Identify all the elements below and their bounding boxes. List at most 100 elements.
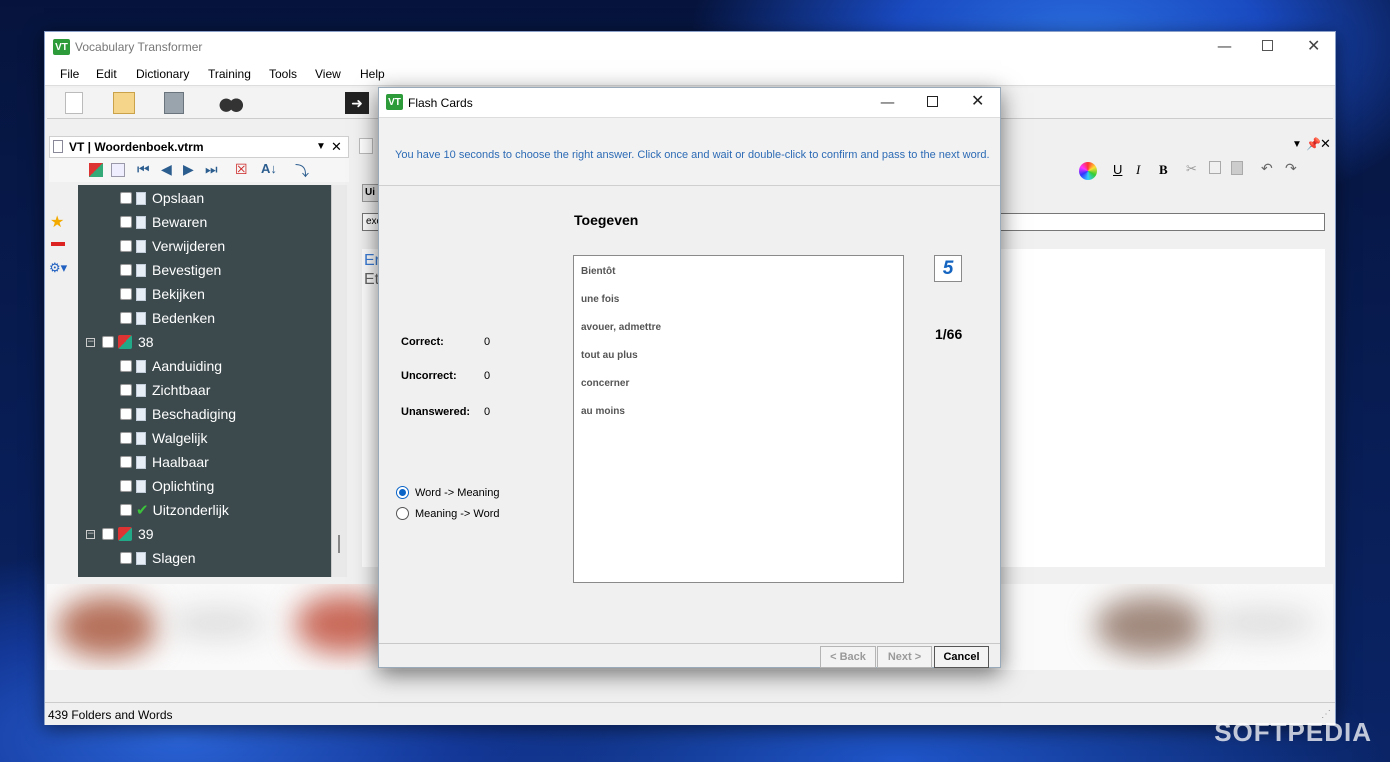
color-picker-icon[interactable] (1079, 162, 1097, 180)
next-icon[interactable]: ▶ (183, 161, 194, 178)
menu-view[interactable]: View (315, 67, 341, 81)
menu-training[interactable]: Training (208, 67, 251, 81)
dialog-maximize-icon[interactable] (927, 96, 938, 107)
tree-word-row[interactable]: Bevestigen (120, 258, 221, 282)
maximize-icon[interactable] (1262, 40, 1273, 51)
word-tree: Opslaan Bewaren Verwijderen Bevestigen Bekij… (78, 185, 331, 577)
last-icon[interactable]: ⏭ (205, 161, 218, 178)
tree-checkbox[interactable] (120, 552, 132, 564)
answer-option-1[interactable]: Bientôt (581, 266, 615, 277)
delete-icon[interactable]: ☒ (235, 161, 248, 178)
editor-close-icon[interactable]: ✕ (1320, 136, 1331, 152)
answer-option-2[interactable]: une fois (581, 294, 619, 305)
collapse-icon[interactable]: − (86, 337, 95, 347)
tree-word-row[interactable]: Bekijken (120, 282, 205, 306)
dialog-minimize-icon[interactable]: — (880, 95, 895, 110)
tree-group-row[interactable]: − 38 (86, 330, 154, 354)
tree-checkbox[interactable] (120, 384, 132, 396)
save-icon[interactable] (164, 92, 184, 114)
answer-list[interactable]: Bientôt une fois avouer, admettre tout a… (573, 255, 904, 583)
menu-tools[interactable]: Tools (269, 67, 297, 81)
mode-meaning-word-radio[interactable] (396, 507, 409, 520)
new-file-icon[interactable] (65, 92, 83, 114)
minimize-icon[interactable]: — (1217, 39, 1232, 54)
tree-item-label: Opslaan (152, 190, 205, 206)
tree-checkbox[interactable] (120, 408, 132, 420)
back-button[interactable]: < Back (820, 646, 876, 668)
tree-checkbox[interactable] (120, 192, 132, 204)
tree-checkbox[interactable] (102, 528, 114, 540)
panel-dropdown-icon[interactable]: ▼ (316, 141, 326, 152)
menu-help[interactable]: Help (360, 67, 385, 81)
answer-option-4[interactable]: tout au plus (581, 350, 638, 361)
add-word-icon[interactable] (111, 163, 125, 177)
editor-doc-icon (359, 138, 373, 154)
tree-checkbox[interactable] (120, 264, 132, 276)
answer-option-3[interactable]: avouer, admettre (581, 322, 661, 333)
tree-checkbox[interactable] (120, 216, 132, 228)
tree-checkbox[interactable] (102, 336, 114, 348)
open-folder-icon[interactable] (113, 92, 135, 114)
sort-az-icon[interactable]: A↓ (261, 161, 277, 176)
cancel-button[interactable]: Cancel (934, 646, 989, 668)
tree-word-row[interactable]: Opslaan (120, 186, 204, 210)
tree-checkbox[interactable] (120, 288, 132, 300)
remove-icon[interactable] (51, 242, 65, 246)
tree-word-row[interactable]: Aanduiding (120, 354, 222, 378)
tree-checkbox[interactable] (120, 240, 132, 252)
menu-dictionary[interactable]: Dictionary (136, 67, 189, 81)
underline-button[interactable]: U (1113, 162, 1122, 177)
tree-word-row[interactable]: Verwijderen (120, 234, 225, 258)
answer-option-6[interactable]: au moins (581, 406, 625, 417)
tree-word-row[interactable]: Slagen (120, 546, 196, 570)
tree-word-row[interactable]: Beschadiging (120, 402, 236, 426)
tree-checkbox[interactable] (120, 360, 132, 372)
move-icon[interactable]: ⤵ (295, 161, 309, 181)
dialog-close-icon[interactable]: ✕ (971, 93, 984, 109)
answer-option-5[interactable]: concerner (581, 378, 629, 389)
menu-edit[interactable]: Edit (96, 67, 117, 81)
mode-word-meaning-label[interactable]: Word -> Meaning (415, 487, 499, 499)
undo-icon[interactable]: ↶ (1261, 160, 1273, 177)
add-group-icon[interactable] (89, 163, 103, 177)
collapse-icon[interactable]: − (86, 529, 95, 539)
previous-icon[interactable]: ◀ (161, 161, 172, 178)
tree-word-row[interactable]: Zichtbaar (120, 378, 210, 402)
tools-dropdown-icon[interactable]: ⚙▾ (49, 260, 67, 276)
panel-close-icon[interactable]: ✕ (331, 139, 342, 155)
next-button[interactable]: Next > (877, 646, 932, 668)
word-doc-icon (136, 359, 146, 373)
mode-word-meaning-radio[interactable] (396, 486, 409, 499)
menu-file[interactable]: File (60, 67, 79, 81)
mode-meaning-word-label[interactable]: Meaning -> Word (415, 508, 499, 520)
tree-checkbox[interactable] (120, 480, 132, 492)
tree-word-row[interactable]: Oplichting (120, 474, 214, 498)
tree-word-row[interactable]: Walgelijk (120, 426, 208, 450)
scrollbar-thumb[interactable] (338, 535, 340, 553)
first-icon[interactable]: ⏮ (137, 161, 150, 178)
tree-checkbox[interactable] (120, 432, 132, 444)
copy-icon[interactable] (1209, 161, 1221, 174)
tree-word-row[interactable]: Haalbaar (120, 450, 209, 474)
tree-word-row[interactable]: ✔ Uitzonderlijk (120, 498, 229, 522)
tree-word-row[interactable]: Bedenken (120, 306, 215, 330)
redo-icon[interactable]: ↷ (1285, 160, 1297, 177)
tree-checkbox[interactable] (120, 504, 132, 516)
italic-button[interactable]: I (1136, 162, 1140, 178)
tree-word-row[interactable]: Bewaren (120, 210, 207, 234)
tree-checkbox[interactable] (120, 312, 132, 324)
dialog-title-bar: VT Flash Cards — ✕ (379, 88, 1000, 118)
cut-icon[interactable]: ✂ (1186, 161, 1197, 177)
tree-scrollbar[interactable] (331, 185, 347, 577)
paste-icon[interactable] (1231, 161, 1243, 175)
favorite-star-icon[interactable]: ★ (50, 212, 64, 232)
close-icon[interactable]: ✕ (1307, 38, 1320, 54)
bold-button[interactable]: B (1159, 162, 1168, 178)
editor-dropdown-icon[interactable]: ▼ (1292, 139, 1302, 150)
login-arrow-icon[interactable]: ➜ (345, 92, 369, 114)
tree-checkbox[interactable] (120, 456, 132, 468)
group-icon (118, 335, 132, 349)
editor-pin-icon[interactable]: 📌 (1306, 137, 1321, 151)
tree-group-row[interactable]: − 39 (86, 522, 154, 546)
binoculars-icon[interactable] (219, 92, 243, 114)
